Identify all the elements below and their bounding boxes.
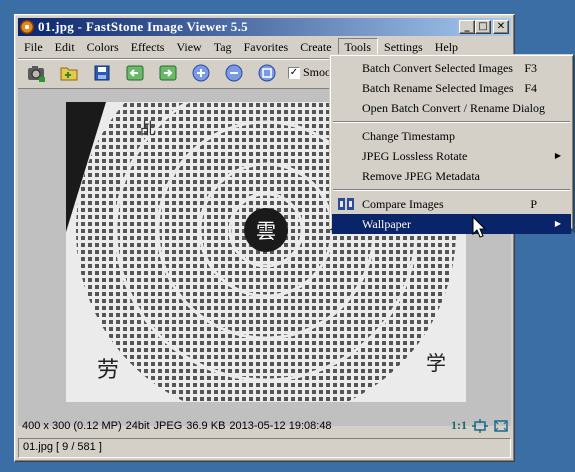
previous-button[interactable]: [123, 62, 147, 84]
actual-size-button[interactable]: [255, 62, 279, 84]
menu-favorites[interactable]: Favorites: [238, 38, 295, 56]
corner-glyph-left: 劳: [97, 358, 119, 383]
bit-depth: 24bit: [125, 419, 150, 432]
open-button[interactable]: [57, 62, 81, 84]
minimize-button[interactable]: _: [459, 20, 475, 34]
menu-create[interactable]: Create: [294, 38, 337, 56]
corner-glyph-right: 学: [426, 351, 446, 375]
menu-batch-rename[interactable]: Batch Rename Selected Images F4: [332, 78, 571, 98]
save-button[interactable]: [90, 62, 114, 84]
image-format: JPEG: [153, 419, 183, 432]
menu-file[interactable]: File: [18, 38, 49, 56]
title-bar[interactable]: 01.jpg - FastStone Image Viewer 5.5 _ □ …: [18, 18, 511, 36]
fullscreen-icon[interactable]: [493, 419, 509, 433]
maximize-button[interactable]: □: [475, 20, 491, 34]
tools-dropdown-menu: Batch Convert Selected Images F3 Batch R…: [329, 54, 574, 234]
acquire-button[interactable]: [24, 62, 48, 84]
menu-help[interactable]: Help: [429, 38, 464, 56]
zoom-in-button[interactable]: [189, 62, 213, 84]
corner-glyph-top: 乩: [140, 119, 156, 138]
next-button[interactable]: [156, 62, 180, 84]
open-folder-icon: [60, 67, 78, 80]
menu-wallpaper-label: Wallpaper: [362, 217, 412, 231]
menu-jpeg-lossless-rotate[interactable]: JPEG Lossless Rotate ▶: [332, 146, 571, 166]
menu-separator: [333, 121, 570, 123]
menu-compare-images-shortcut: P: [530, 197, 537, 211]
menu-batch-convert[interactable]: Batch Convert Selected Images F3: [332, 58, 571, 78]
menu-compare-images[interactable]: Compare Images P: [332, 194, 571, 214]
close-button[interactable]: ✕: [493, 20, 509, 34]
menu-batch-convert-shortcut: F3: [524, 61, 537, 75]
zoom-ratio[interactable]: 1:1: [451, 418, 467, 433]
menu-settings[interactable]: Settings: [378, 38, 429, 56]
menu-view[interactable]: View: [170, 38, 207, 56]
fit-window-icon[interactable]: [472, 418, 488, 433]
app-logo-icon[interactable]: [20, 20, 34, 34]
center-glyph: 雲: [256, 219, 276, 243]
file-datetime: 2013-05-12 19:08:48: [229, 419, 332, 432]
menu-colors[interactable]: Colors: [81, 38, 125, 56]
compare-icon: [338, 198, 354, 210]
menu-change-timestamp[interactable]: Change Timestamp: [332, 126, 571, 146]
file-position: 01.jpg [ 9 / 581 ]: [23, 441, 102, 453]
file-size: 36.9 KB: [186, 419, 226, 432]
menu-tools[interactable]: Tools: [337, 37, 379, 56]
previous-icon: [126, 65, 144, 80]
status-actions: 1:1: [451, 418, 509, 433]
menu-batch-rename-shortcut: F4: [524, 81, 537, 95]
menu-compare-images-label: Compare Images: [362, 197, 444, 211]
menu-batch-convert-label: Batch Convert Selected Images: [362, 61, 513, 75]
menu-tag[interactable]: Tag: [208, 38, 238, 56]
mouse-cursor-icon: [472, 216, 487, 238]
menu-jpeg-lossless-rotate-label: JPEG Lossless Rotate: [362, 149, 468, 163]
menu-remove-jpeg-metadata-label: Remove JPEG Metadata: [362, 169, 480, 183]
menu-wallpaper[interactable]: Wallpaper ▶: [332, 214, 571, 234]
menu-effects[interactable]: Effects: [125, 38, 171, 56]
menu-edit[interactable]: Edit: [49, 38, 81, 56]
window-controls: _ □ ✕: [459, 20, 509, 34]
next-icon: [159, 65, 177, 80]
menu-change-timestamp-label: Change Timestamp: [362, 129, 456, 143]
menu-open-batch-dialog[interactable]: Open Batch Convert / Rename Dialog: [332, 98, 571, 118]
menu-open-batch-dialog-label: Open Batch Convert / Rename Dialog: [362, 101, 545, 115]
menu-separator: [333, 189, 570, 191]
zoom-out-icon: [225, 64, 243, 81]
zoom-in-icon: [192, 64, 210, 81]
actual-size-icon: [258, 64, 276, 81]
submenu-arrow-icon: ▶: [554, 219, 561, 228]
zoom-out-button[interactable]: [222, 62, 246, 84]
submenu-arrow-icon: ▶: [554, 151, 561, 160]
camera-icon: [28, 65, 45, 82]
file-position-bar: 01.jpg [ 9 / 581 ]: [18, 438, 511, 458]
smooth-checkbox[interactable]: ✓: [288, 66, 300, 79]
smooth-label: Smoo: [303, 65, 332, 79]
save-icon: [94, 65, 110, 80]
image-dimensions: 400 x 300 (0.12 MP): [22, 419, 122, 432]
status-bar: 400 x 300 (0.12 MP) 24bit JPEG 36.9 KB 2…: [18, 416, 511, 435]
smooth-toggle[interactable]: ✓ Smoo: [288, 65, 331, 80]
menu-remove-jpeg-metadata[interactable]: Remove JPEG Metadata: [332, 166, 571, 186]
menu-batch-rename-label: Batch Rename Selected Images: [362, 81, 514, 95]
window-title: 01.jpg - FastStone Image Viewer 5.5: [38, 19, 248, 34]
